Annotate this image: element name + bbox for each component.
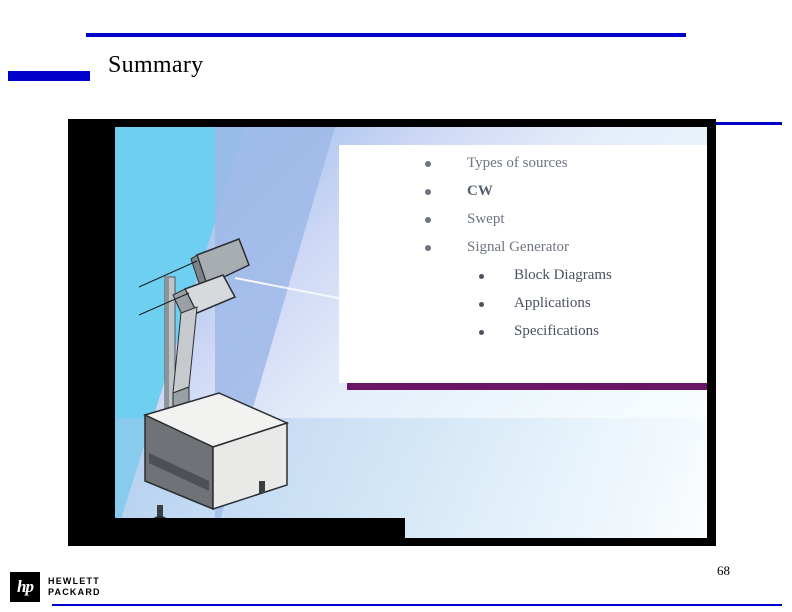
list-item: Swept	[339, 211, 707, 228]
bullet-dot-icon	[425, 217, 431, 223]
slide-image-frame: Types of sources CW Swept Signal Generat…	[68, 119, 716, 546]
list-item-label: Block Diagrams	[514, 267, 612, 283]
list-item: CW	[339, 183, 707, 200]
list-item-label: Swept	[467, 211, 505, 227]
page-title: Summary	[108, 52, 204, 78]
image-bottom-black-strip	[115, 518, 405, 538]
bullet-dot-icon	[479, 330, 484, 335]
list-item-label: Applications	[514, 295, 591, 311]
overhead-projector-illustration	[127, 237, 327, 537]
footer-rule	[52, 604, 782, 606]
header-top-rule	[86, 33, 686, 37]
header-left-accent-bar	[8, 71, 90, 81]
hp-logo: hp HEWLETT PACKARD	[10, 572, 101, 602]
list-item-label: Types of sources	[467, 155, 568, 171]
bullet-dot-icon	[425, 245, 431, 251]
bullet-dot-icon	[425, 161, 431, 167]
list-item: Signal Generator	[339, 239, 707, 256]
list-item-label: Signal Generator	[467, 239, 570, 255]
hp-brand-text: HEWLETT PACKARD	[48, 576, 101, 598]
list-item: Types of sources	[339, 155, 707, 172]
hp-logo-mark-icon: hp	[10, 572, 40, 602]
bullet-dot-icon	[479, 274, 484, 279]
projector-icon	[138, 238, 290, 526]
bullet-list: Types of sources CW Swept Signal Generat…	[339, 155, 707, 351]
list-item: Block Diagrams	[339, 267, 707, 284]
hp-brand-line1: HEWLETT	[48, 576, 100, 586]
page-number: 68	[717, 563, 730, 578]
list-item-label: Specifications	[514, 323, 599, 339]
bullet-dot-icon	[425, 189, 431, 195]
list-item: Applications	[339, 295, 707, 312]
list-item-label: CW	[467, 183, 493, 199]
slide-image-background: Types of sources CW Swept Signal Generat…	[115, 127, 707, 538]
content-card: Types of sources CW Swept Signal Generat…	[339, 145, 707, 383]
list-item: Specifications	[339, 323, 707, 340]
bullet-dot-icon	[479, 302, 484, 307]
hp-brand-line2: PACKARD	[48, 587, 101, 597]
